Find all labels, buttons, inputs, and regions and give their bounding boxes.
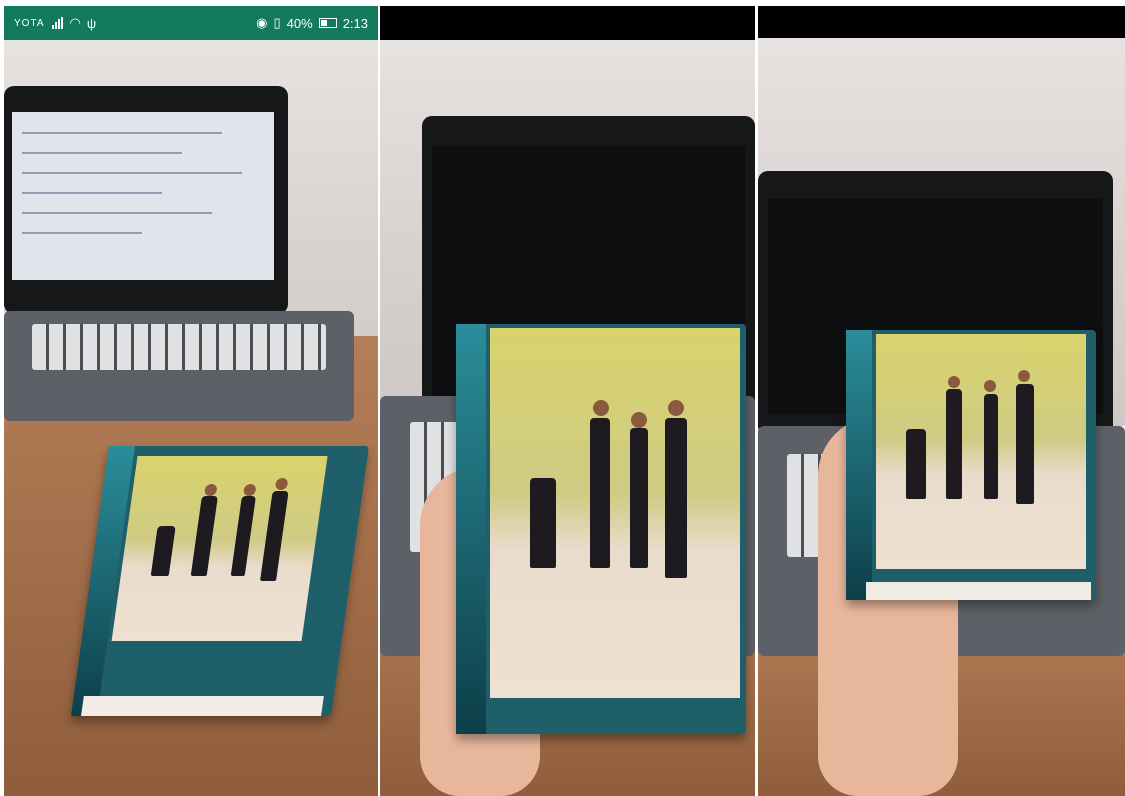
wifi-icon: ◠	[69, 15, 81, 30]
ar-video-overlay	[876, 334, 1086, 569]
black-top-bar	[758, 6, 1125, 38]
signal-icon	[52, 17, 64, 29]
vibrate-icon: ▯	[273, 15, 281, 30]
carrier-label: YOTA	[14, 17, 45, 29]
battery-percent: 40%	[286, 15, 313, 31]
book	[846, 330, 1096, 600]
ar-video-overlay	[490, 328, 740, 698]
laptop-keyboard	[4, 311, 354, 421]
laptop-display	[12, 112, 274, 280]
clock: 2:13	[342, 15, 368, 31]
laptop-screen	[4, 86, 288, 314]
eye-icon: ◉	[256, 15, 268, 30]
ar-video-overlay	[111, 456, 328, 641]
camera-view	[380, 6, 755, 796]
camera-view	[758, 6, 1125, 796]
black-top-bar	[380, 6, 755, 40]
status-bar: YOTA ◠ ψ ◉ ▯ 40% 2:13	[4, 6, 378, 40]
battery-icon	[318, 18, 337, 28]
book	[456, 324, 746, 734]
usb-icon: ψ	[86, 15, 97, 31]
ar-frame-1: YOTA ◠ ψ ◉ ▯ 40% 2:13	[4, 6, 378, 796]
camera-view	[4, 6, 378, 796]
ar-frame-3	[758, 6, 1125, 796]
book	[71, 446, 369, 716]
ar-frame-2	[380, 6, 755, 796]
